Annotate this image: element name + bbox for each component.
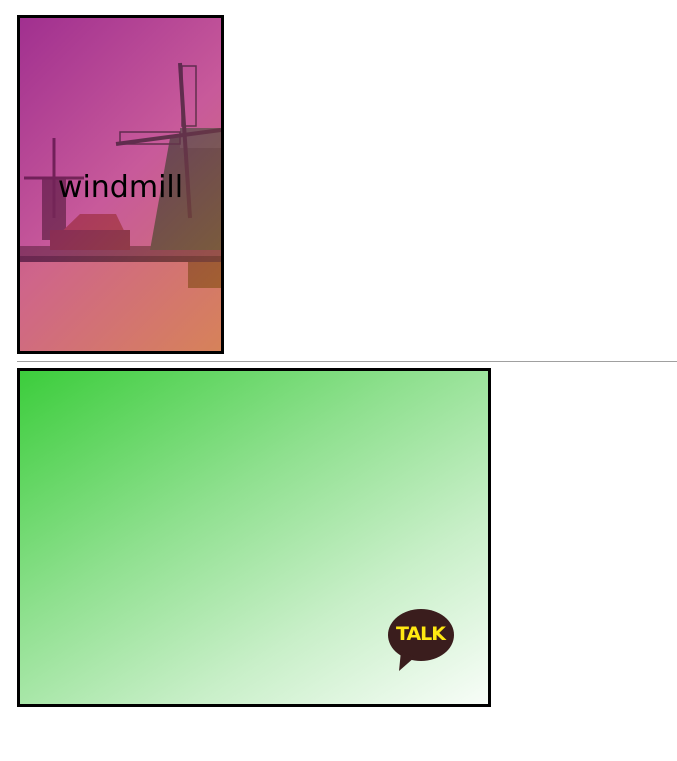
talk-logo[interactable]: TALK bbox=[387, 609, 457, 673]
section-divider bbox=[17, 361, 677, 362]
windmill-card[interactable]: windmill bbox=[17, 15, 224, 354]
talk-logo-text: TALK bbox=[395, 623, 446, 645]
talk-card[interactable]: TALK bbox=[17, 368, 491, 707]
windmill-caption: windmill bbox=[57, 170, 184, 205]
